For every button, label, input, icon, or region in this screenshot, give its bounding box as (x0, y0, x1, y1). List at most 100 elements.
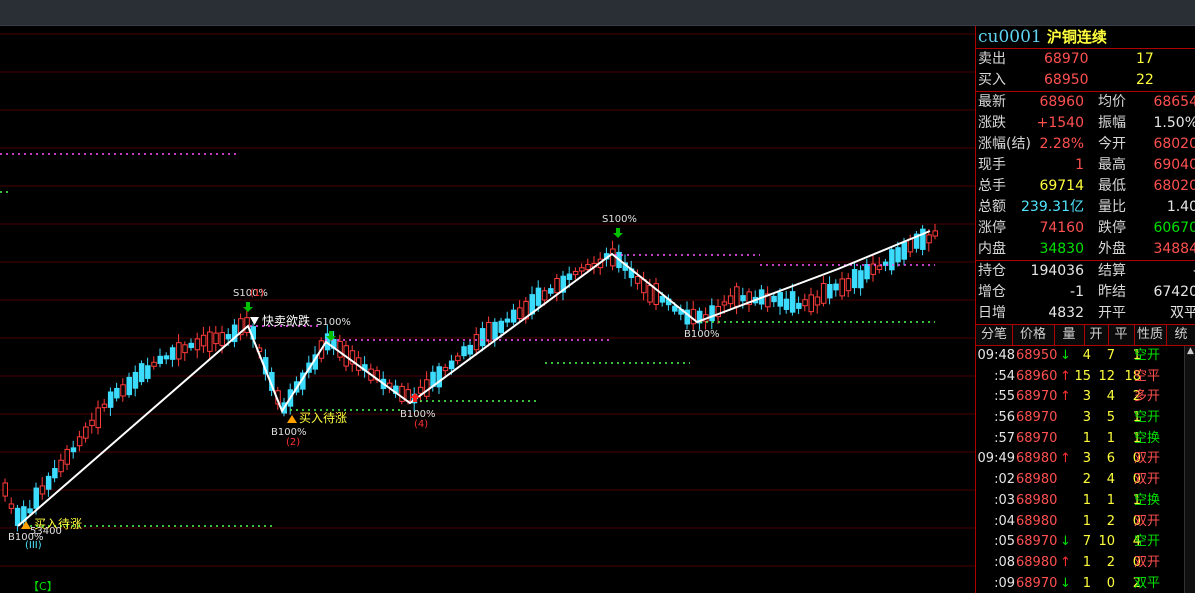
quote-value: 68020 (1153, 136, 1195, 152)
candle-body (926, 234, 932, 244)
tick-volume: 3 (1082, 451, 1091, 467)
candle-body (572, 270, 579, 276)
candle-body (27, 508, 33, 514)
tick-time: :56 (994, 410, 1015, 426)
tick-header-5[interactable]: 性质 (1134, 325, 1167, 345)
tick-price: 68980 (1016, 492, 1058, 508)
buy-volume: 22 (1136, 72, 1154, 88)
candle-body (95, 407, 101, 429)
tick-open: 2 (1106, 554, 1115, 570)
candle-body (151, 361, 157, 367)
kline-chart[interactable]: S100% (1) 快卖欲跌 S100% S100% 买入待涨 B100% (2… (0, 26, 975, 593)
candle-body (337, 340, 343, 358)
tick-header-2[interactable]: 量 (1054, 325, 1085, 345)
zigzag-trend-line (17, 230, 931, 527)
tick-time: 09:48 (977, 348, 1015, 363)
candle-body (827, 284, 833, 299)
tick-table[interactable]: 09:48 68950 ↓ 4 7 1 空开:54 68960 ↑ 15 12 18 空平:55 6897… (976, 346, 1195, 593)
tick-open: 2 (1106, 513, 1115, 529)
candle-body (45, 475, 52, 490)
quote-label: 持仓 (978, 263, 1006, 279)
candle-body (76, 436, 83, 447)
candle-body (740, 295, 746, 302)
quote-row: 持仓194036结算- (976, 261, 1195, 282)
tick-volume: 1 (1082, 513, 1091, 529)
candle-body (709, 305, 715, 322)
tick-header-0[interactable]: 分笔 (976, 325, 1013, 345)
tick-row: :57 68970 1 1 1 空换 (976, 429, 1195, 450)
tick-open: 6 (1106, 451, 1115, 467)
candle-body (858, 270, 864, 289)
tick-nature: 双开 (1134, 554, 1161, 570)
tick-row: 09:48 68950 ↓ 4 7 1 空开 (976, 346, 1195, 367)
quote-label: 涨幅(结) (978, 136, 1031, 152)
down-arrow-icon: ↓ (1060, 348, 1071, 363)
buy-price: 68950 (1044, 72, 1089, 88)
buy-row: 买入 68950 22 (976, 70, 1195, 92)
quote-value: 4832 (1048, 305, 1084, 321)
down-arrow-icon: ↓ (1060, 575, 1071, 591)
instrument-name: 沪铜连续 (1046, 28, 1107, 46)
tick-nature: 空开 (1134, 348, 1161, 363)
candle-body (70, 447, 77, 453)
tick-price: 68970 (1016, 430, 1058, 446)
sell-arrow-icon-3 (613, 228, 623, 238)
candle-body (126, 376, 132, 396)
quote-value: 1 (1075, 157, 1084, 173)
quote-label: 增仓 (978, 284, 1006, 300)
signal-label-n1: (1) (250, 288, 264, 299)
tick-scrollbar[interactable]: ▲ (1184, 346, 1195, 593)
tick-header-3[interactable]: 开 (1084, 325, 1109, 345)
sell-label: 卖出 (978, 51, 1006, 67)
tag-c-label: 【C】 (28, 580, 58, 593)
tick-header-1[interactable]: 价格 (1012, 325, 1055, 345)
candle-body (436, 366, 442, 388)
candle-body (58, 459, 64, 473)
quote-label: 跌停 (1098, 220, 1126, 236)
candle-body (504, 318, 511, 323)
candle-body (610, 248, 616, 267)
tick-price: 68970 (1016, 575, 1058, 591)
candle-body (535, 287, 542, 306)
tick-row: :54 68960 ↑ 15 12 18 空平 (976, 367, 1195, 388)
quote-label: 最新 (978, 94, 1006, 110)
quote-row: 最新 68960 均价 68654 (976, 92, 1195, 113)
candle-body (517, 307, 523, 320)
up-arrow-icon: ↑ (1060, 389, 1071, 405)
candle-body (188, 342, 194, 349)
candle-body (176, 342, 182, 360)
candle-body (207, 331, 213, 352)
candle-body (771, 295, 777, 303)
candle-body (864, 264, 870, 280)
buy-arrow-icon (410, 393, 420, 402)
sell-alert-label: 快卖欲跌 (262, 313, 310, 328)
quote-row: 总额 239.31亿 量比 1.40 (976, 197, 1195, 218)
quote-row: 现手 1 最高 69040 (976, 155, 1195, 176)
candle-body (194, 338, 201, 351)
quote-row: 涨停 74160 跌停 60670 (976, 218, 1195, 239)
quote-value: 双平 (1170, 305, 1195, 321)
tick-time: :09 (994, 575, 1015, 591)
tick-price: 68980 (1016, 472, 1058, 488)
candle-body (851, 268, 858, 289)
tick-open: 10 (1098, 534, 1115, 550)
signal-label-n5: (III) (25, 540, 42, 551)
quote-value: 74160 (1039, 220, 1084, 236)
candle-body (907, 238, 914, 253)
candle-body (548, 288, 554, 294)
candle-body (789, 291, 796, 313)
candle-body (461, 346, 467, 357)
quote-value: +1540 (1036, 115, 1084, 131)
candle-body (566, 273, 573, 280)
tick-header-6[interactable]: 统 (1166, 325, 1195, 345)
buy-label: 买入 (978, 72, 1006, 88)
signal-label-n2: (2) (286, 437, 300, 448)
candle-body (442, 366, 449, 372)
quote-value: 68020 (1153, 178, 1195, 194)
tick-open: 5 (1106, 410, 1115, 426)
candle-body (814, 296, 821, 306)
candle-body (163, 355, 170, 360)
tick-header-4[interactable]: 平 (1108, 325, 1135, 345)
candle-body (225, 334, 232, 340)
tick-price: 68960 (1016, 368, 1058, 384)
